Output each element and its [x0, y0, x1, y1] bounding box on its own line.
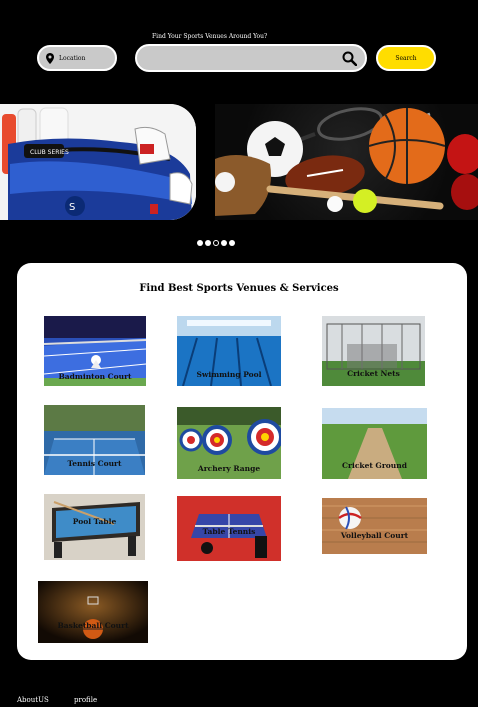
service-card-cricket-nets[interactable]: Cricket Nets [322, 316, 425, 386]
carousel-dot[interactable] [197, 240, 203, 246]
svg-text:S: S [69, 202, 75, 213]
location-pin-icon [46, 52, 54, 64]
service-label: Cricket Nets [347, 369, 400, 378]
service-label: Cricket Ground [342, 461, 407, 470]
carousel-dot-active[interactable] [213, 240, 219, 246]
carousel-dot[interactable] [205, 240, 211, 246]
service-card-cricket-ground[interactable]: Cricket Ground [322, 408, 427, 479]
search-icon[interactable] [342, 51, 357, 66]
service-label: Volleyball Court [340, 531, 409, 540]
service-card-pool-table[interactable]: Pool Table [44, 494, 145, 560]
svg-text:CLUB SERIES: CLUB SERIES [30, 149, 69, 156]
service-label: Table Tennis [202, 527, 256, 536]
service-label: Archery Range [197, 464, 261, 473]
footer-profile-link[interactable]: profile [74, 696, 97, 704]
service-card-table-tennis[interactable]: Table Tennis [177, 496, 281, 561]
service-label: Basketball Court [57, 621, 129, 630]
search-input[interactable] [147, 47, 341, 71]
service-label: Badminton Court [58, 372, 132, 381]
service-label: Tennis Court [67, 459, 122, 468]
volleyball-court-image [322, 498, 427, 554]
pool-table-image [44, 494, 145, 560]
service-label: Swimming Pool [196, 370, 262, 379]
service-card-tennis-court[interactable]: Tennis Court [44, 405, 145, 475]
service-label: Pool Table [72, 517, 117, 526]
carousel-dots [197, 240, 235, 246]
search-bar [135, 44, 367, 72]
search-button[interactable]: Search [376, 45, 436, 71]
location-label: Location [59, 54, 86, 62]
carousel-slide-cricket-kit[interactable]: CLUB SERIES S [0, 104, 196, 220]
service-card-volleyball-court[interactable]: Volleyball Court [322, 498, 427, 554]
carousel-dot[interactable] [221, 240, 227, 246]
sports-balls-image [215, 107, 478, 216]
service-card-archery-range[interactable]: Archery Range [177, 407, 281, 479]
carousel-slide-sports-balls[interactable] [215, 104, 478, 220]
service-card-basketball-court[interactable]: Basketball Court [38, 581, 148, 643]
footer-about-link[interactable]: AboutUS [17, 696, 49, 704]
services-title: Find Best Sports Venues & Services [139, 283, 339, 294]
cricket-kit-bag-image: CLUB SERIES S [0, 104, 196, 220]
carousel-dot[interactable] [229, 240, 235, 246]
location-button[interactable]: Location [37, 45, 117, 71]
service-card-swimming-pool[interactable]: Swimming Pool [177, 316, 281, 386]
service-card-badminton-court[interactable]: Badminton Court [44, 316, 146, 386]
tagline: Find Your Sports Venues Around You? [152, 33, 268, 40]
basketball-court-image [38, 581, 148, 643]
